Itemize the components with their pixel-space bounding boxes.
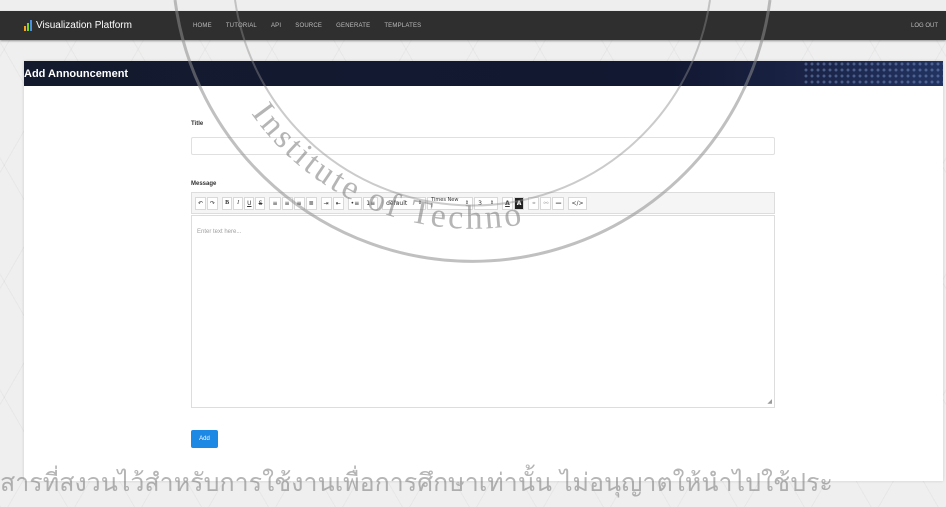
select-caret-icon: ⇕: [489, 200, 495, 206]
select-caret-icon: ⇕: [464, 200, 470, 206]
font-family-value: Times New I: [431, 197, 459, 209]
bar-chart-icon: [24, 20, 32, 31]
font-family-select[interactable]: Times New I ⇕: [427, 196, 474, 210]
block-format-select[interactable]: default ⇕: [382, 196, 427, 210]
indent-icon[interactable]: ⇥: [320, 196, 332, 210]
hex-pattern-decoration: [803, 61, 943, 86]
underline-icon[interactable]: U: [244, 196, 255, 210]
block-format-value: default: [386, 199, 408, 207]
bold-icon[interactable]: B: [222, 196, 233, 210]
strikethrough-icon[interactable]: S: [255, 196, 266, 210]
bulleted-list-icon[interactable]: •≡: [347, 196, 363, 210]
unlink-icon[interactable]: ⚯: [540, 196, 552, 210]
brand-name: Visualization Platform: [36, 20, 132, 31]
message-label: Message: [191, 181, 217, 187]
nav-home[interactable]: HOME: [193, 23, 212, 29]
nav-source[interactable]: SOURCE: [295, 23, 322, 29]
nav-generate[interactable]: GENERATE: [336, 23, 370, 29]
font-size-value: 3: [478, 199, 482, 207]
align-right-icon[interactable]: ≡: [293, 196, 305, 210]
top-navbar: Visualization Platform HOME TUTORIAL API…: [0, 11, 946, 40]
align-left-icon[interactable]: ≡: [269, 196, 281, 210]
redo-icon[interactable]: ↷: [207, 196, 219, 210]
title-label: Title: [191, 121, 204, 127]
outdent-icon[interactable]: ⇤: [332, 196, 344, 210]
code-icon[interactable]: </>: [568, 196, 587, 210]
numbered-list-icon[interactable]: 1≡: [363, 196, 379, 210]
message-editor[interactable]: Enter text here... ◢: [191, 215, 775, 408]
horizontal-rule-icon[interactable]: —: [552, 196, 565, 210]
page-title: Add Announcement: [24, 67, 129, 80]
font-color-icon[interactable]: A: [502, 196, 513, 210]
add-button[interactable]: Add: [191, 430, 218, 448]
background-color-icon[interactable]: A: [513, 196, 525, 210]
resize-handle-icon[interactable]: ◢: [767, 398, 772, 405]
nav-tutorial[interactable]: TUTORIAL: [226, 23, 257, 29]
nav-api[interactable]: API: [271, 23, 281, 29]
italic-icon[interactable]: I: [233, 196, 244, 210]
logout-link[interactable]: LOG OUT: [911, 11, 938, 40]
link-icon[interactable]: ⚭: [528, 196, 540, 210]
editor-toolbar: ↶ ↷ B I U S ≡ ≡ ≡ ≣ ⇥ ⇤ •≡ 1≡ default ⇕ …: [191, 192, 775, 214]
undo-icon[interactable]: ↶: [195, 196, 207, 210]
message-placeholder: Enter text here...: [197, 229, 242, 235]
nav-templates[interactable]: TEMPLATES: [384, 23, 421, 29]
align-center-icon[interactable]: ≡: [281, 196, 293, 210]
font-size-select[interactable]: 3 ⇕: [474, 196, 499, 210]
brand[interactable]: Visualization Platform: [24, 11, 132, 40]
title-input[interactable]: [191, 137, 775, 155]
card-header: Add Announcement: [24, 61, 943, 86]
nav-links: HOME TUTORIAL API SOURCE GENERATE TEMPLA…: [193, 11, 435, 40]
select-caret-icon: ⇕: [417, 200, 423, 206]
announcement-card: Add Announcement Title Message ↶ ↷ B I U…: [24, 61, 943, 481]
align-justify-icon[interactable]: ≣: [305, 196, 317, 210]
